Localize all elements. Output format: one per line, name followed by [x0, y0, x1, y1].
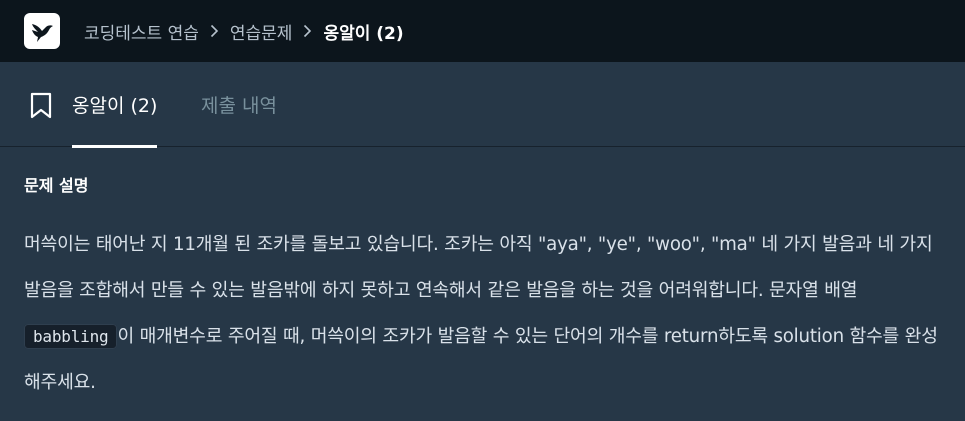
tab-submissions-label: 제출 내역 [201, 95, 277, 117]
hummingbird-logo-icon[interactable] [24, 13, 60, 49]
problem-description: 머쓱이는 태어난 지 11개월 된 조카를 돌보고 있습니다. 조카는 아직 "… [24, 222, 941, 406]
code-term: babbling [24, 324, 118, 349]
tab-problem[interactable]: 옹알이 (2) [72, 62, 158, 148]
section-title: 문제 설명 [24, 176, 89, 195]
chevron-right-icon [210, 24, 219, 38]
breadcrumb-current: 옹알이 (2) [323, 23, 404, 44]
description-text: 머쓱이는 태어난 지 11개월 된 조카를 돌보고 있습니다. 조카는 아직 "… [24, 234, 933, 301]
breadcrumb-coding-test[interactable]: 코딩테스트 연습 [84, 19, 199, 44]
tab-submissions[interactable]: 제출 내역 [201, 62, 277, 147]
tab-bar: 옹알이 (2) 제출 내역 [0, 62, 965, 148]
top-navigation-bar: 코딩테스트 연습 연습문제 옹알이 (2) [0, 0, 965, 62]
breadcrumb-practice[interactable]: 연습문제 [230, 19, 293, 44]
tab-problem-label: 옹알이 (2) [72, 95, 158, 117]
problem-content: 문제 설명 머쓱이는 태어난 지 11개월 된 조카를 돌보고 있습니다. 조카… [0, 147, 965, 406]
description-text-continued: 이 매개변수로 주어질 때, 머쓱이의 조카가 발음할 수 있는 단어의 개수를… [24, 326, 938, 393]
bookmark-icon[interactable] [30, 92, 52, 123]
chevron-right-icon [303, 24, 312, 38]
breadcrumb: 코딩테스트 연습 연습문제 옹알이 (2) [84, 19, 404, 44]
